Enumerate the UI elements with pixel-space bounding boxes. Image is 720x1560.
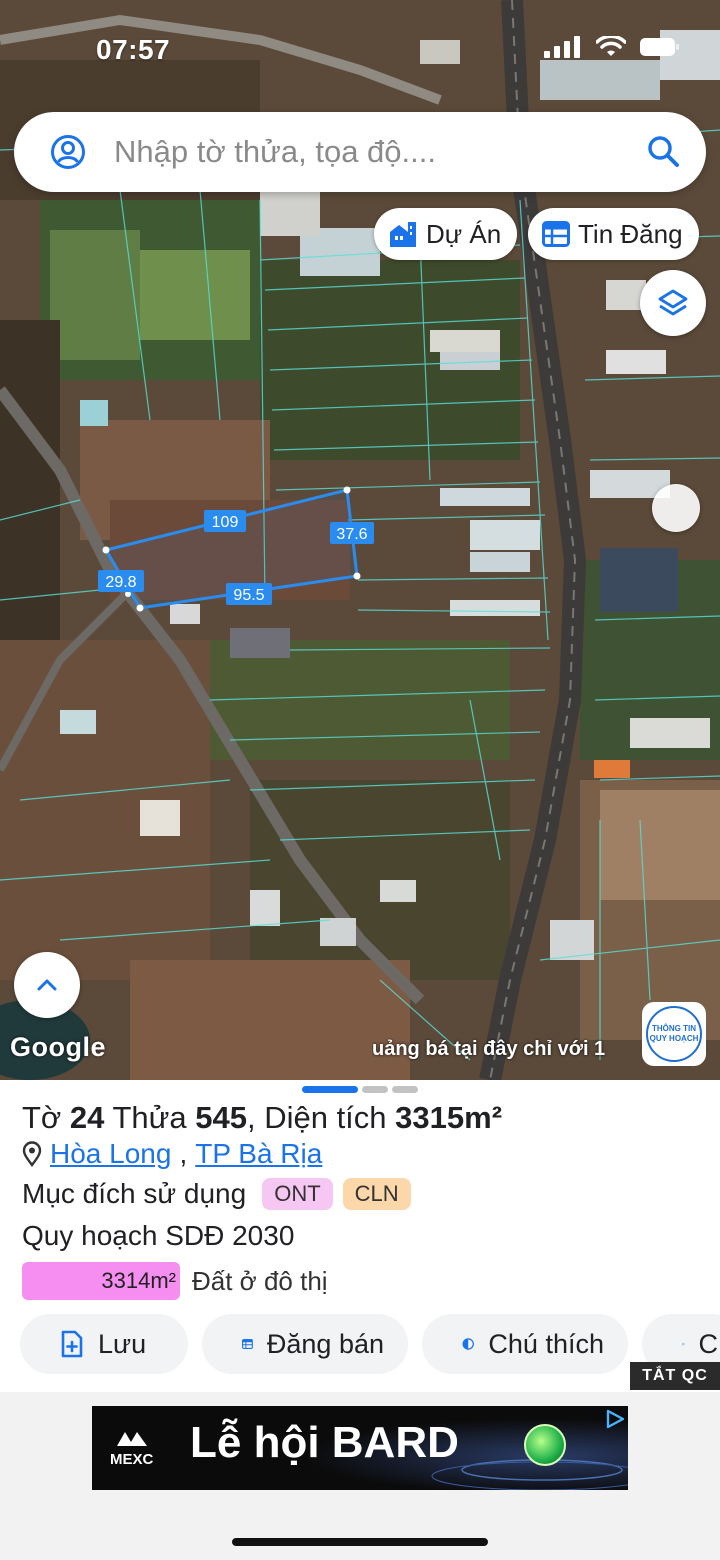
hide-ads-button[interactable]: TẮT QC xyxy=(630,1362,720,1390)
listing-table-icon xyxy=(242,1338,253,1350)
sheet-number: 24 xyxy=(69,1100,105,1135)
city-link[interactable]: TP Bà Rịa xyxy=(195,1138,322,1170)
camera-button-label: C xyxy=(698,1328,719,1359)
planning-area-value: 3314m² xyxy=(101,1268,176,1293)
page-dot xyxy=(362,1086,388,1093)
google-logo: Google xyxy=(10,1032,106,1062)
listings-chip[interactable]: Tin Đăng xyxy=(528,208,699,260)
save-button[interactable]: Lưu xyxy=(20,1314,188,1374)
ad-brand: MEXC xyxy=(110,1428,153,1468)
ward-link[interactable]: Hòa Long xyxy=(50,1138,171,1170)
ad-banner[interactable]: MEXC Lễ hội BARD xyxy=(92,1406,628,1490)
planning-info-badge[interactable]: THÔNG TIN QUY HOẠCH xyxy=(642,1002,706,1066)
listings-chip-label: Tin Đăng xyxy=(578,218,683,249)
chevron-up-icon xyxy=(37,979,57,991)
lot-label: Thửa xyxy=(112,1100,187,1135)
lot-number: 545 xyxy=(195,1100,247,1135)
layers-button[interactable] xyxy=(640,270,706,336)
status-time: 07:57 xyxy=(96,34,171,65)
parcel-title: Tờ 24 Thửa 545, Diện tích 3315m² xyxy=(22,1100,503,1135)
ad-coin-graphic xyxy=(524,1424,566,1466)
post-sale-button-label: Đăng bán xyxy=(266,1328,384,1359)
search-icon[interactable] xyxy=(646,134,680,168)
cellular-signal-icon xyxy=(544,36,580,58)
action-buttons: Lưu Đăng bán Chú thích C xyxy=(20,1314,720,1374)
assistive-touch-button[interactable] xyxy=(652,484,700,532)
land-use-label: Mục đích sử dụng xyxy=(22,1178,247,1209)
user-account-icon[interactable] xyxy=(50,134,86,170)
edge-length-left: 29.8 xyxy=(105,574,136,591)
save-button-label: Lưu xyxy=(98,1328,147,1359)
edge-length-right: 37.6 xyxy=(336,526,367,543)
planning-area-type: Đất ở đô thị xyxy=(192,1265,328,1296)
edge-length-bottom: 95.5 xyxy=(233,587,264,604)
sheet-page-indicator[interactable] xyxy=(302,1086,418,1093)
home-indicator[interactable] xyxy=(232,1538,488,1546)
parcel-info-sheet: Tờ 24 Thửa 545, Diện tích 3315m² Hòa Lon… xyxy=(0,1080,720,1392)
layers-icon xyxy=(658,289,688,316)
map-view[interactable]: 109 37.6 95.5 29.8 07:57 Nhập tờ thửa, t… xyxy=(0,0,720,1080)
sheet-label: Tờ xyxy=(22,1100,62,1135)
projects-chip[interactable]: Dự Án xyxy=(374,208,518,260)
land-use-tag-ont[interactable]: ONT xyxy=(262,1178,333,1210)
search-bar[interactable] xyxy=(14,112,706,192)
search-input[interactable] xyxy=(114,130,634,174)
post-sale-button[interactable]: Đăng bán xyxy=(202,1314,408,1374)
location-row: Hòa Long, TP Bà Rịa xyxy=(22,1138,322,1170)
badge-line-2: QUY HOẠCH xyxy=(649,1034,699,1043)
wifi-icon xyxy=(596,36,626,56)
edge-length-top: 109 xyxy=(212,514,239,531)
ad-headline: Lễ hội BARD xyxy=(190,1418,459,1467)
land-use-row: Mục đích sử dụng ONT CLN xyxy=(22,1178,411,1210)
buildings-icon xyxy=(390,222,416,247)
land-use-tag-cln[interactable]: CLN xyxy=(342,1178,411,1210)
area-value: 3315m² xyxy=(395,1100,503,1135)
mexc-logo-icon xyxy=(116,1432,147,1446)
camera-add-icon xyxy=(682,1342,685,1346)
ad-area: MEXC Lễ hội BARD xyxy=(0,1392,720,1560)
planning-label: Quy hoạch SDĐ 2030 xyxy=(22,1220,295,1251)
status-icons xyxy=(544,36,680,58)
legend-button[interactable]: Chú thích xyxy=(422,1314,628,1374)
page-dot-active xyxy=(302,1086,358,1093)
planning-area-row: 3314m² Đất ở đô thị xyxy=(22,1262,328,1300)
battery-icon xyxy=(640,38,679,56)
ad-brand-name: MEXC xyxy=(110,1451,154,1468)
badge-line-1: THÔNG TIN xyxy=(652,1024,696,1033)
planning-area-bar: 3314m² xyxy=(22,1262,180,1300)
listing-table-icon xyxy=(542,221,570,247)
legend-button-label: Chú thích xyxy=(488,1328,604,1359)
area-label: Diện tích xyxy=(264,1100,387,1135)
ad-choices-icon[interactable] xyxy=(604,1408,626,1430)
projects-chip-label: Dự Án xyxy=(426,218,502,249)
page-dot xyxy=(392,1086,418,1093)
status-bar: 07:57 xyxy=(0,0,720,96)
save-file-icon xyxy=(61,1330,83,1358)
contrast-legend-icon xyxy=(462,1338,474,1350)
location-pin-icon xyxy=(22,1141,42,1167)
expand-up-button[interactable] xyxy=(14,952,80,1018)
promo-marquee: uảng bá tại đây chỉ với 1 xyxy=(372,1038,606,1060)
